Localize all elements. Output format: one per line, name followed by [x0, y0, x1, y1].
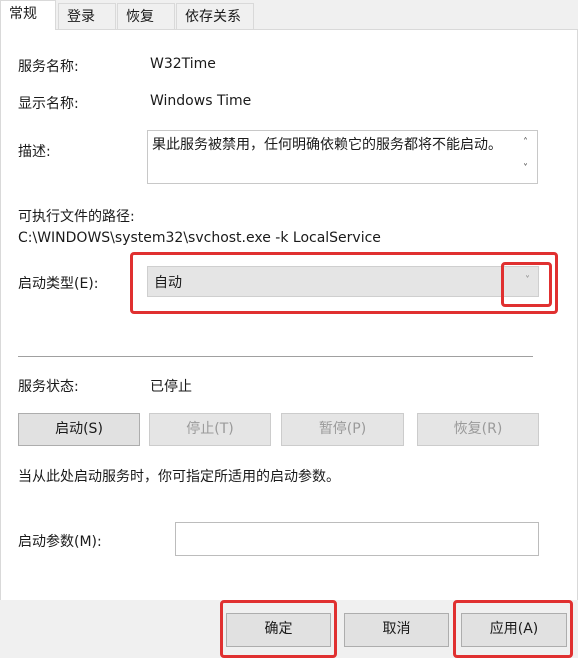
service-status-value: 已停止: [150, 379, 192, 395]
description-text: 果此服务被禁用，任何明确依赖它的服务都将不能启动。: [152, 137, 502, 153]
description-box[interactable]: 果此服务被禁用，任何明确依赖它的服务都将不能启动。 ˄ ˅: [147, 130, 538, 184]
button-label: 暂停(P): [318, 421, 367, 437]
start-params-hint: 当从此处启动服务时，你可指定所适用的启动参数。: [18, 469, 340, 485]
button-label: 停止(T): [186, 421, 234, 437]
start-params-input[interactable]: [175, 522, 539, 556]
service-name-value: W32Time: [150, 56, 216, 72]
tab-general[interactable]: 常规: [0, 0, 56, 30]
cancel-button[interactable]: 取消: [344, 613, 449, 647]
tab-label: 恢复: [126, 9, 154, 25]
chevron-down-icon[interactable]: ˅: [525, 275, 530, 286]
display-name-label: 显示名称:: [18, 96, 79, 112]
tab-logon[interactable]: 登录: [58, 3, 116, 29]
tab-dependencies[interactable]: 依存关系: [176, 3, 254, 29]
stop-button[interactable]: 停止(T): [149, 413, 271, 446]
start-button[interactable]: 启动(S): [18, 413, 140, 446]
tab-bar: 常规 登录 恢复 依存关系: [0, 0, 578, 30]
start-params-label: 启动参数(M):: [18, 534, 102, 550]
tab-label: 登录: [67, 9, 95, 25]
startup-type-label: 启动类型(E):: [18, 276, 99, 292]
startup-type-select[interactable]: 自动 ˅: [147, 266, 539, 297]
description-scrollbar[interactable]: ˄ ˅: [519, 131, 537, 183]
tab-recovery[interactable]: 恢复: [117, 3, 175, 29]
button-label: 确定: [264, 621, 293, 637]
exe-path-label: 可执行文件的路径:: [18, 209, 135, 225]
tab-label: 常规: [9, 6, 37, 22]
exe-path-value: C:\WINDOWS\system32\svchost.exe -k Local…: [18, 230, 381, 246]
startup-type-value: 自动: [154, 275, 182, 291]
service-status-label: 服务状态:: [18, 379, 79, 395]
service-name-label: 服务名称:: [18, 59, 79, 75]
chevron-down-icon[interactable]: ˅: [523, 163, 528, 174]
tab-label: 依存关系: [185, 9, 241, 25]
section-divider: [18, 356, 533, 357]
button-label: 应用(A): [489, 621, 539, 637]
button-label: 启动(S): [55, 421, 103, 437]
ok-button[interactable]: 确定: [226, 613, 331, 647]
button-label: 取消: [382, 621, 411, 637]
pause-button[interactable]: 暂停(P): [281, 413, 404, 446]
resume-button[interactable]: 恢复(R): [417, 413, 539, 446]
apply-button[interactable]: 应用(A): [461, 613, 567, 647]
description-label: 描述:: [18, 144, 51, 160]
chevron-up-icon[interactable]: ˄: [523, 137, 528, 148]
button-label: 恢复(R): [453, 421, 503, 437]
general-panel: [0, 30, 578, 600]
display-name-value: Windows Time: [150, 93, 252, 109]
